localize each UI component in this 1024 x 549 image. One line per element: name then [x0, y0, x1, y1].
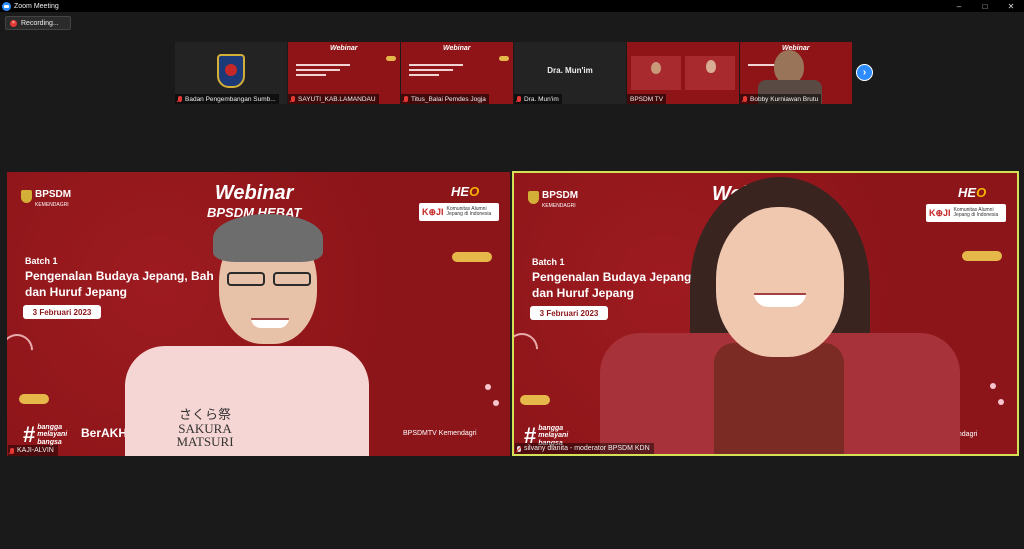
cloud-decoration	[452, 252, 492, 262]
heo-logo: HEO	[958, 185, 987, 200]
mini-slide-line	[296, 69, 340, 71]
participant-name: Titus_Balai Pemdes Jogja	[401, 94, 489, 104]
mini-slide-title: Webinar	[330, 45, 358, 52]
bpsdm-logo: BPSDM KEMENDAGRI	[528, 185, 578, 209]
glasses	[227, 272, 265, 286]
video-tile-left[interactable]: BPSDM KEMENDAGRI Webinar BPSDM HEBAT HEO …	[7, 172, 510, 456]
mic-muted-icon	[517, 96, 521, 102]
mini-slide-line	[296, 74, 326, 76]
zoom-logo-icon	[2, 1, 11, 11]
speaker-smile	[754, 293, 806, 307]
participant-thumbnail[interactable]: Dra. Mun'im Dra. Mun'im	[514, 42, 626, 104]
recording-indicator[interactable]: × Recording...	[5, 16, 71, 30]
speaker-smile	[251, 318, 289, 328]
slide-batch: Batch 1	[532, 257, 565, 267]
participant-face	[774, 50, 804, 84]
mic-muted-icon	[291, 96, 295, 102]
mic-muted-icon	[743, 96, 747, 102]
bpsdm-logo: BPSDM KEMENDAGRI	[21, 184, 71, 208]
window-titlebar: Zoom Meeting – □ ✕	[0, 0, 1024, 12]
blossom-decoration	[998, 399, 1004, 405]
chevron-right-icon[interactable]: ›	[856, 64, 873, 81]
glasses	[273, 272, 311, 286]
window-title: Zoom Meeting	[14, 2, 59, 10]
cloud-decoration	[386, 56, 396, 61]
slide-date: 3 Februari 2023	[530, 306, 608, 320]
cloud-decoration	[520, 395, 550, 405]
heo-logo: HEO	[451, 184, 480, 199]
participant-thumbnail[interactable]: Webinar Bobby Kurniawan Brutu	[740, 42, 852, 104]
participant-thumbnail[interactable]: BPSDM TV	[627, 42, 739, 104]
close-button[interactable]: ✕	[998, 0, 1024, 12]
mini-slide-line	[409, 74, 439, 76]
kaji-logo: K⊕JI Komunitas Alumni Jepang di Indonesia	[926, 204, 1006, 222]
participant-name: Bobby Kurniawan Brutu	[740, 94, 822, 104]
participant-name: Dra. Mun'im	[514, 94, 562, 104]
slide-course-title: Pengenalan Budaya Jepang, Bah dan Huruf …	[25, 269, 214, 300]
speaker-face	[651, 62, 661, 74]
emblem-icon	[528, 190, 539, 204]
maximize-button[interactable]: □	[972, 0, 998, 12]
speaker-shirt	[125, 346, 369, 456]
slide-course-title: Pengenalan Budaya Jepang dan Huruf Jepan…	[532, 270, 692, 301]
batik-pattern	[714, 343, 844, 454]
slide-date: 3 Februari 2023	[23, 305, 101, 319]
shirt-print: さくら祭 SAKURA MATSURI	[176, 407, 234, 450]
mini-slide-title: Webinar	[443, 45, 471, 52]
government-emblem-icon	[217, 54, 245, 88]
speaker-name-label: KAJI-ALVIN	[8, 445, 58, 456]
blossom-decoration	[990, 383, 996, 389]
participant-thumbnail[interactable]: Webinar Titus_Balai Pemdes Jogja	[401, 42, 513, 104]
participant-strip: Badan Pengembangan Sumb... Webinar SAYUT…	[175, 42, 852, 104]
channel-label: BPSDMTV Kemendagri	[403, 430, 477, 437]
kaji-logo: K⊕JI Komunitas Alumni Jepang di Indonesia	[419, 203, 499, 221]
speaker-hair	[213, 214, 323, 262]
blossom-decoration	[493, 400, 499, 406]
participant-display-name: Dra. Mun'im	[547, 66, 593, 75]
cloud-decoration	[962, 251, 1002, 261]
participant-name: SAYUTI_KAB.LAMANDAU	[288, 94, 379, 104]
mic-muted-icon	[10, 447, 14, 454]
bangga-melayani-logo: # bangga melayani bangsa	[23, 422, 68, 447]
speaker-face	[706, 60, 716, 73]
mic-muted-icon	[178, 96, 182, 102]
mic-muted-icon	[404, 96, 408, 102]
mini-slide-line	[296, 64, 350, 66]
mini-slide-line	[409, 64, 463, 66]
participant-thumbnail[interactable]: Badan Pengembangan Sumb...	[175, 42, 287, 104]
cloud-decoration	[499, 56, 509, 61]
cloud-decoration	[19, 394, 49, 404]
video-tile-right-active[interactable]: BPSDMKEMENDAGRI Webinar HEO K⊕JIKomunita…	[512, 171, 1019, 456]
mini-slide-line	[409, 69, 453, 71]
blossom-decoration	[485, 384, 491, 390]
window-controls: – □ ✕	[946, 0, 1024, 12]
speaker-name-label: silvany dianita - moderator BPSDM KDN	[515, 443, 654, 454]
record-icon: ×	[10, 19, 17, 27]
emblem-icon	[21, 189, 32, 203]
participant-name: BPSDM TV	[627, 94, 667, 104]
slide-batch: Batch 1	[25, 256, 58, 266]
mic-icon	[517, 445, 521, 452]
participant-name: Badan Pengembangan Sumb...	[175, 94, 279, 104]
speaker-head	[716, 207, 844, 357]
minimize-button[interactable]: –	[946, 0, 972, 12]
recording-label: Recording...	[21, 19, 59, 27]
participant-thumbnail[interactable]: Webinar SAYUTI_KAB.LAMANDAU	[288, 42, 400, 104]
